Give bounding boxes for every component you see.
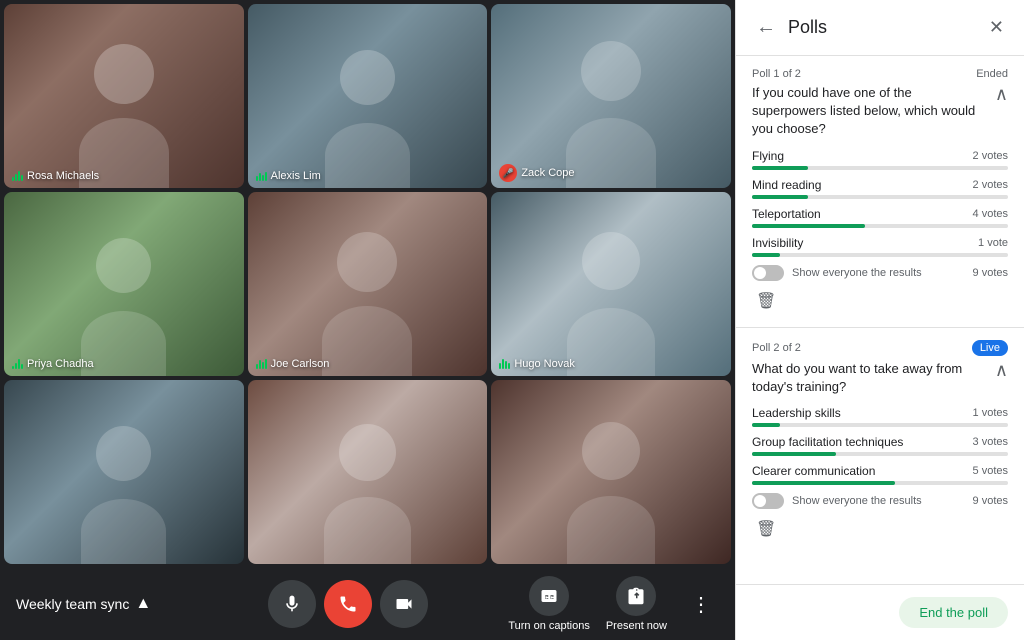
poll-1-question-row: If you could have one of the superpowers… xyxy=(752,84,1008,139)
video-cell-zack: 🎤 Zack Cope xyxy=(491,4,731,188)
poll-2-option-leadership: Leadership skills 1 votes xyxy=(752,406,1008,427)
panel-title: Polls xyxy=(788,17,977,38)
more-options-button[interactable]: ⋮ xyxy=(683,584,719,625)
poll-section-1: Poll 1 of 2 Ended If you could have one … xyxy=(736,56,1024,328)
show-results-toggle-2[interactable] xyxy=(752,493,784,509)
polls-panel: ← Polls ✕ Poll 1 of 2 Ended If you could… xyxy=(735,0,1024,640)
poll-1-option-flying: Flying 2 votes xyxy=(752,149,1008,170)
poll-2-question: What do you want to take away from today… xyxy=(752,360,987,396)
participant-label-joe: Joe Carlson xyxy=(256,358,330,370)
poll-1-number: Poll 1 of 2 xyxy=(752,68,801,80)
video-cell-alexis: Alexis Lim xyxy=(248,4,488,188)
poll-2-option-communication: Clearer communication 5 votes xyxy=(752,464,1008,485)
poll-1-question: If you could have one of the superpowers… xyxy=(752,84,987,139)
poll-2-question-row: What do you want to take away from today… xyxy=(752,360,1008,396)
back-button[interactable]: ← xyxy=(752,12,780,43)
delete-poll-2-button[interactable]: 🗑 xyxy=(752,515,780,543)
audio-bars-joe xyxy=(256,359,267,369)
video-cell-8 xyxy=(248,380,488,564)
participant-label-rosa: Rosa Michaels xyxy=(12,170,99,182)
meeting-title-area: Weekly team sync ▲ xyxy=(16,595,196,613)
audio-bars-priya xyxy=(12,359,23,369)
present-now-button[interactable]: Present now xyxy=(606,576,667,632)
delete-poll-1-button[interactable]: 🗑 xyxy=(752,287,780,315)
present-icon xyxy=(616,576,656,616)
captions-button[interactable]: Turn on captions xyxy=(508,576,590,632)
poll-1-collapse-button[interactable]: ∧ xyxy=(987,84,1008,105)
captions-icon xyxy=(529,576,569,616)
video-cell-9 xyxy=(491,380,731,564)
participant-label-zack: 🎤 Zack Cope xyxy=(499,164,574,182)
end-call-button[interactable] xyxy=(324,580,372,628)
video-cell-priya: Priya Chadha xyxy=(4,192,244,376)
video-cell-7 xyxy=(4,380,244,564)
close-button[interactable]: ✕ xyxy=(985,13,1008,42)
chevron-up-icon[interactable]: ▲ xyxy=(135,595,151,613)
poll-1-footer: Show everyone the results 9 votes xyxy=(752,265,1008,281)
meeting-title: Weekly team sync xyxy=(16,596,129,612)
mic-button[interactable] xyxy=(268,580,316,628)
poll-1-option-invisibility: Invisibility 1 vote xyxy=(752,236,1008,257)
video-area: Rosa Michaels Alexis Lim xyxy=(0,0,735,640)
polls-content: Poll 1 of 2 Ended If you could have one … xyxy=(736,56,1024,584)
poll-2-option-facilitation: Group facilitation techniques 3 votes xyxy=(752,435,1008,456)
video-cell-hugo: Hugo Novak xyxy=(491,192,731,376)
video-grid: Rosa Michaels Alexis Lim xyxy=(0,0,735,568)
end-poll-button[interactable]: End the poll xyxy=(899,597,1008,628)
controls-center xyxy=(196,580,499,628)
poll-1-option-mindreading: Mind reading 2 votes xyxy=(752,178,1008,199)
poll-1-meta: Poll 1 of 2 Ended xyxy=(752,68,1008,80)
camera-button[interactable] xyxy=(380,580,428,628)
bottom-bar: Weekly team sync ▲ Turn on captions xyxy=(0,568,735,640)
poll-section-2: Poll 2 of 2 Live What do you want to tak… xyxy=(736,328,1024,555)
poll-2-number: Poll 2 of 2 xyxy=(752,342,801,354)
controls-right: Turn on captions Present now ⋮ xyxy=(499,576,719,632)
panel-header: ← Polls ✕ xyxy=(736,0,1024,56)
poll-2-collapse-button[interactable]: ∧ xyxy=(987,360,1008,381)
poll-2-footer: Show everyone the results 9 votes xyxy=(752,493,1008,509)
participant-label-alexis: Alexis Lim xyxy=(256,170,321,182)
video-cell-joe: Joe Carlson xyxy=(248,192,488,376)
participant-label-hugo: Hugo Novak xyxy=(499,358,575,370)
polls-bottom-bar: End the poll xyxy=(736,584,1024,640)
show-results-toggle-1[interactable] xyxy=(752,265,784,281)
audio-bars-rosa xyxy=(12,171,23,181)
poll-1-status: Ended xyxy=(976,68,1008,80)
poll-1-option-teleportation: Teleportation 4 votes xyxy=(752,207,1008,228)
audio-bars-hugo xyxy=(499,359,510,369)
video-cell-rosa: Rosa Michaels xyxy=(4,4,244,188)
audio-bars-alexis xyxy=(256,171,267,181)
poll-2-meta: Poll 2 of 2 Live xyxy=(752,340,1008,356)
mute-badge-zack: 🎤 xyxy=(499,164,517,182)
poll-2-status: Live xyxy=(972,340,1008,356)
participant-label-priya: Priya Chadha xyxy=(12,358,94,370)
